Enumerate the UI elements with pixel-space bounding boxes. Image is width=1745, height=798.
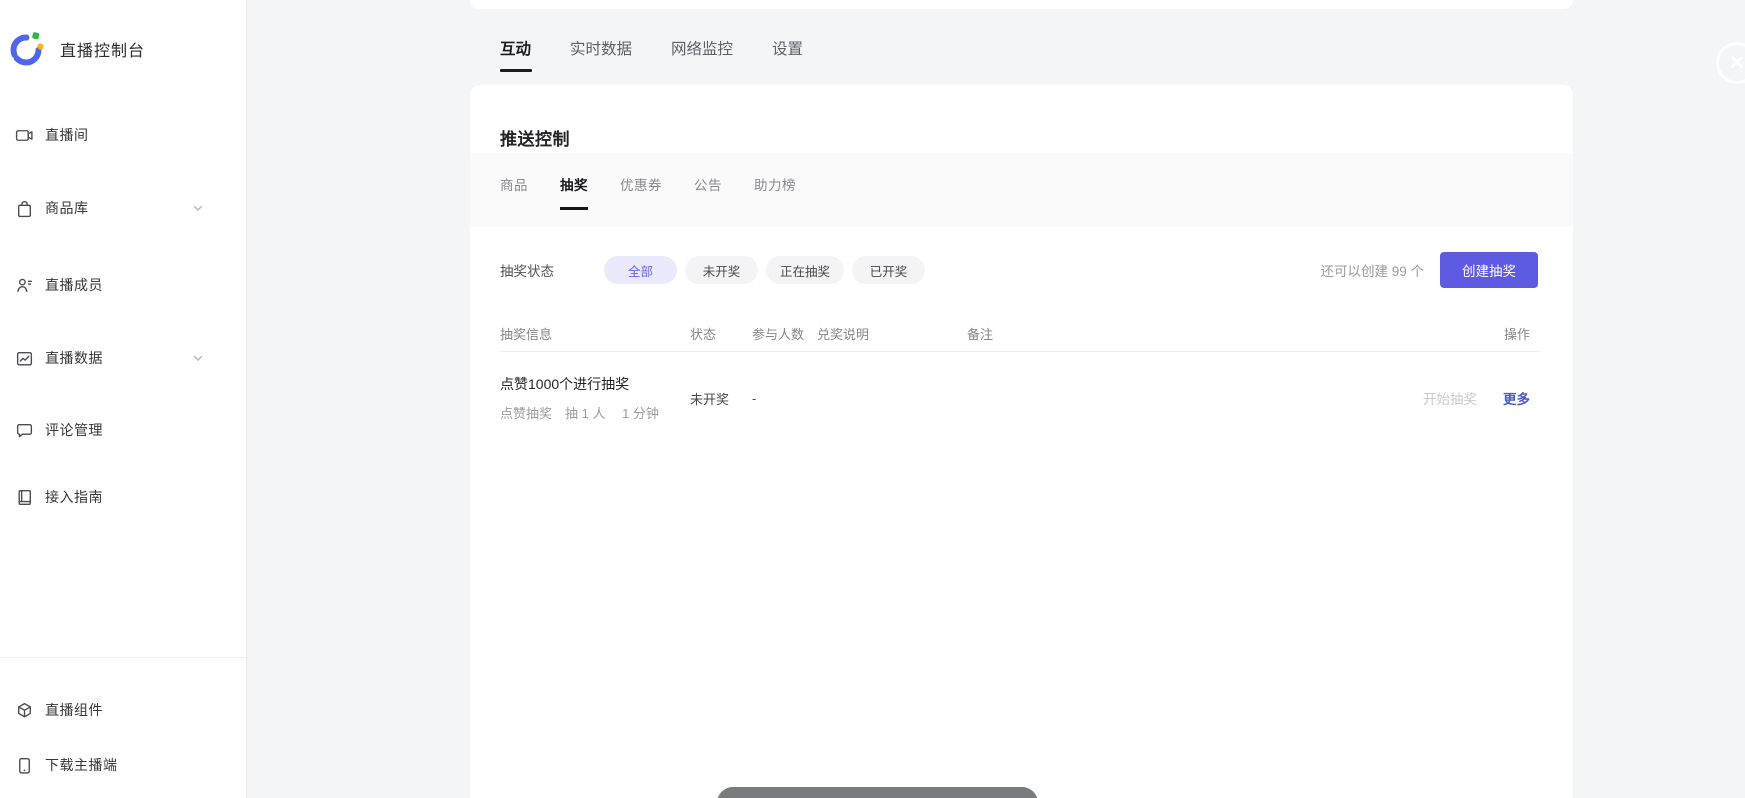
start-lottery-link[interactable]: 开始抽奖 xyxy=(1423,388,1477,408)
create-lottery-button[interactable]: 创建抽奖 xyxy=(1440,252,1538,288)
participants-cell: - xyxy=(752,391,817,406)
lottery-subtitle: 点赞抽奖 抽 1 人 1 分钟 xyxy=(500,403,690,422)
app-logo-icon xyxy=(9,30,47,68)
col-participants: 参与人数 xyxy=(752,324,817,343)
camera-icon xyxy=(11,122,37,148)
tab-settings[interactable]: 设置 xyxy=(772,37,803,69)
tab-network-monitor[interactable]: 网络监控 xyxy=(671,37,733,69)
sidebar-item-label: 直播间 xyxy=(45,125,89,145)
col-remark: 备注 xyxy=(967,324,1400,343)
sidebar-item-label: 评论管理 xyxy=(45,420,103,440)
chevron-down-icon[interactable] xyxy=(192,202,204,214)
subtab-coupon[interactable]: 优惠券 xyxy=(620,174,662,207)
comment-icon xyxy=(11,417,37,443)
sidebar-item-live-data[interactable]: 直播数据 xyxy=(0,338,247,378)
pill-drawing[interactable]: 正在抽奖 xyxy=(766,256,844,284)
status-cell: 未开奖 xyxy=(690,389,752,408)
status-filter-pills: 全部 未开奖 正在抽奖 已开奖 xyxy=(604,256,925,284)
tab-realtime-data[interactable]: 实时数据 xyxy=(570,37,632,69)
col-status: 状态 xyxy=(690,324,752,343)
guide-book-icon xyxy=(11,484,37,510)
sidebar-item-goods-library[interactable]: 商品库 xyxy=(0,188,247,228)
actions-cell: 开始抽奖 更多 xyxy=(1400,388,1540,408)
phone-icon xyxy=(11,752,37,778)
app-title: 直播控制台 xyxy=(60,37,145,61)
subtab-goods[interactable]: 商品 xyxy=(500,174,528,207)
pill-not-drawn[interactable]: 未开奖 xyxy=(685,256,758,284)
sidebar-item-live-members[interactable]: 直播成员 xyxy=(0,265,247,305)
chevron-down-icon[interactable] xyxy=(192,352,204,364)
main-tab-bar: 互动 实时数据 网络监控 设置 xyxy=(500,37,803,69)
sidebar: 直播控制台 直播间 商品库 xyxy=(0,0,247,798)
scrolled-card-edge xyxy=(470,0,1573,9)
lottery-info-cell: 点赞1000个进行抽奖 点赞抽奖 抽 1 人 1 分钟 xyxy=(500,374,690,422)
filter-label: 抽奖状态 xyxy=(500,260,554,280)
sidebar-item-label: 直播成员 xyxy=(45,275,103,295)
sidebar-item-comment-management[interactable]: 评论管理 xyxy=(0,410,247,450)
bag-icon xyxy=(11,195,37,221)
subtab-notice[interactable]: 公告 xyxy=(694,174,722,207)
bottom-toast-partial xyxy=(717,787,1038,798)
panel-title: 推送控制 xyxy=(500,125,570,150)
sidebar-item-label: 接入指南 xyxy=(45,487,103,507)
lottery-filter-row: 抽奖状态 全部 未开奖 正在抽奖 已开奖 还可以创建 99 个 创建抽奖 xyxy=(500,251,1538,289)
sidebar-item-label: 商品库 xyxy=(45,198,89,218)
subtab-lottery[interactable]: 抽奖 xyxy=(560,174,588,210)
col-redeem-info: 兑奖说明 xyxy=(817,324,967,343)
more-actions-link[interactable]: 更多 xyxy=(1503,388,1530,408)
sidebar-item-label: 直播组件 xyxy=(45,700,103,720)
col-lottery-info: 抽奖信息 xyxy=(500,324,690,343)
remaining-quota-text: 还可以创建 99 个 xyxy=(1320,260,1424,280)
push-type-tab-bar: 商品 抽奖 优惠券 公告 助力榜 xyxy=(470,153,1573,227)
app-logo: 直播控制台 xyxy=(9,30,145,68)
pill-drawn[interactable]: 已开奖 xyxy=(852,256,925,284)
col-actions: 操作 xyxy=(1400,324,1540,343)
sidebar-item-integration-guide[interactable]: 接入指南 xyxy=(0,477,247,517)
sidebar-item-live-components[interactable]: 直播组件 xyxy=(0,690,247,730)
pill-all[interactable]: 全部 xyxy=(604,256,677,284)
chart-icon xyxy=(11,345,37,371)
lottery-table-header: 抽奖信息 状态 参与人数 兑奖说明 备注 操作 xyxy=(500,315,1540,352)
subtab-boost-rank[interactable]: 助力榜 xyxy=(754,174,796,207)
close-float-button[interactable]: ✕ xyxy=(1716,42,1745,84)
lottery-table-row: 点赞1000个进行抽奖 点赞抽奖 抽 1 人 1 分钟 未开奖 - 开始抽奖 更… xyxy=(500,352,1540,444)
cube-icon xyxy=(11,697,37,723)
sidebar-item-label: 下载主播端 xyxy=(45,755,118,775)
sidebar-item-live-room[interactable]: 直播间 xyxy=(0,115,247,155)
sidebar-item-label: 直播数据 xyxy=(45,348,103,368)
tab-interact[interactable]: 互动 xyxy=(500,37,531,69)
member-icon xyxy=(11,272,37,298)
lottery-title: 点赞1000个进行抽奖 xyxy=(500,374,690,394)
sidebar-item-download-anchor-app[interactable]: 下载主播端 xyxy=(0,745,247,785)
push-control-panel: 推送控制 商品 抽奖 优惠券 公告 助力榜 抽奖状态 全部 未开奖 正在抽奖 已… xyxy=(470,85,1573,798)
sidebar-divider xyxy=(0,657,247,658)
close-icon: ✕ xyxy=(1729,52,1745,75)
